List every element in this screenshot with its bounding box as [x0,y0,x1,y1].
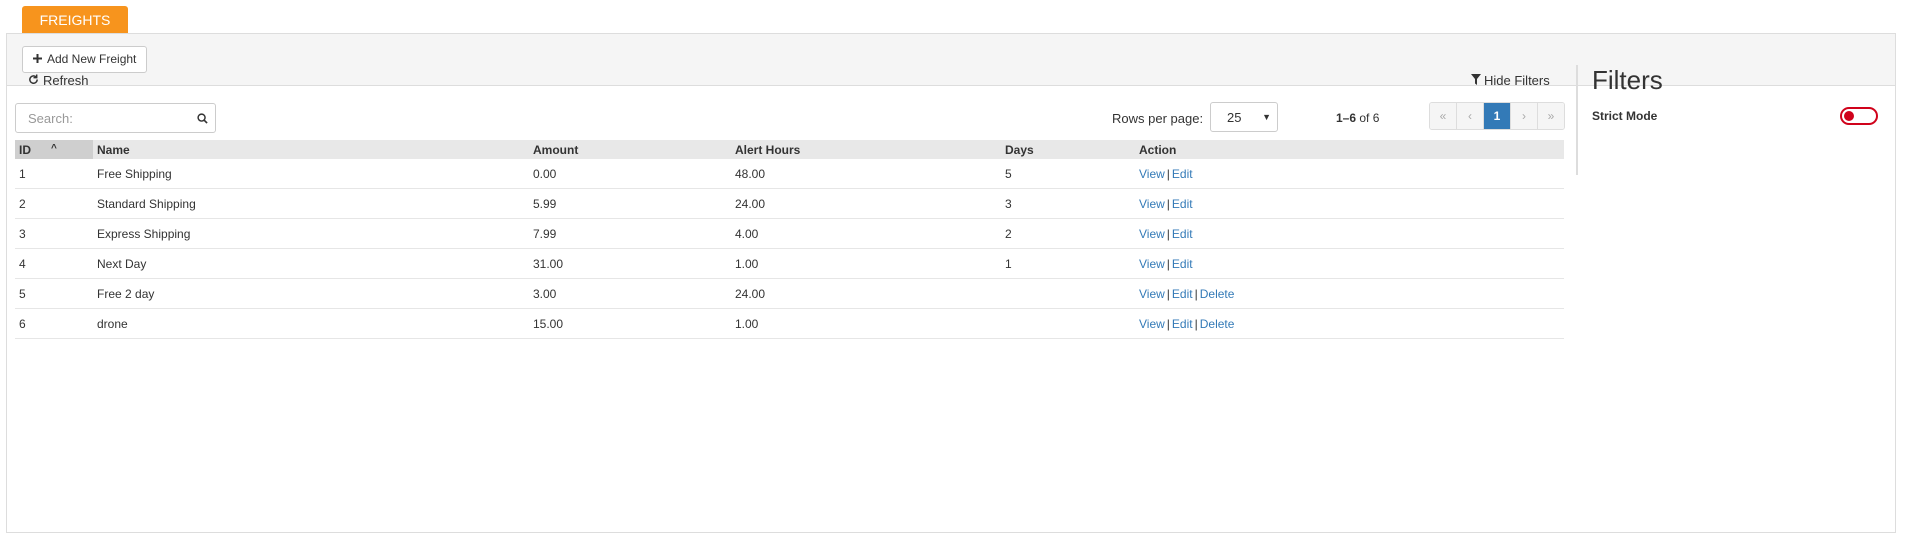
cell-amount: 5.99 [529,188,731,219]
cell-alert-hours: 48.00 [731,159,1001,189]
column-header-days[interactable]: Days [1001,140,1135,159]
cell-name: Express Shipping [93,218,529,249]
table-row: 4 Next Day 31.00 1.00 1 View | Edit [15,248,1564,279]
range-total: of 6 [1359,111,1380,125]
cell-id: 5 [15,278,93,309]
tab-freights[interactable]: FREIGHTS [22,6,128,34]
cell-days: 3 [1001,188,1135,219]
first-page-button[interactable]: « [1430,103,1457,129]
view-link[interactable]: View [1139,257,1165,271]
table-row: 6 drone 15.00 1.00 View | Edit | Delete [15,308,1564,339]
cell-days [1001,308,1135,339]
cell-alert-hours: 1.00 [731,308,1001,339]
cell-name: Standard Shipping [93,188,529,219]
search-input[interactable] [16,105,189,131]
cell-days: 2 [1001,218,1135,249]
cell-days: 1 [1001,248,1135,279]
plus-icon [33,47,42,72]
rows-per-page-value: 25 [1227,109,1242,125]
table-row: 5 Free 2 day 3.00 24.00 View | Edit | Delete [15,278,1564,309]
edit-link[interactable]: Edit [1172,167,1193,181]
filters-panel: Filters Strict Mode [1576,65,1892,175]
freights-table: ID ^ Name Amount Alert Hours Days Action … [15,140,1564,339]
pagination: « ‹ 1 › » [1429,102,1565,130]
cell-actions: View | Edit | Delete [1135,308,1564,339]
cell-name: Free Shipping [93,159,529,189]
pagination-range: 1–6 of 6 [1336,111,1379,125]
view-link[interactable]: View [1139,227,1165,241]
table-header-row: ID ^ Name Amount Alert Hours Days Action [15,140,1564,159]
hide-filters-button[interactable]: Hide Filters [1471,73,1550,88]
range-start-end: 1–6 [1336,111,1357,125]
strict-mode-toggle[interactable] [1840,107,1878,125]
cell-id: 2 [15,188,93,219]
cell-amount: 31.00 [529,248,731,279]
cell-amount: 7.99 [529,218,731,249]
cell-id: 1 [15,159,93,189]
cell-alert-hours: 24.00 [731,188,1001,219]
delete-link[interactable]: Delete [1200,287,1235,301]
strict-mode-row: Strict Mode [1592,107,1878,125]
cell-actions: View | Edit [1135,248,1564,279]
cell-id: 4 [15,248,93,279]
edit-link[interactable]: Edit [1172,257,1193,271]
refresh-label: Refresh [43,73,89,88]
view-link[interactable]: View [1139,167,1165,181]
search-box [15,103,216,133]
refresh-icon [28,73,39,88]
column-header-id[interactable]: ID ^ [15,140,93,159]
hide-filters-label: Hide Filters [1484,73,1550,88]
rows-per-page-select[interactable]: 25 ▼ [1210,102,1278,132]
toggle-knob [1844,111,1854,121]
view-link[interactable]: View [1139,317,1165,331]
add-new-freight-label: Add New Freight [47,52,137,66]
table-row: 3 Express Shipping 7.99 4.00 2 View | Edit [15,218,1564,249]
cell-amount: 3.00 [529,278,731,309]
column-header-alert-hours[interactable]: Alert Hours [731,140,1001,159]
last-page-button[interactable]: » [1538,103,1564,129]
cell-days [1001,278,1135,309]
view-link[interactable]: View [1139,197,1165,211]
column-header-action: Action [1135,140,1564,159]
cell-actions: View | Edit [1135,218,1564,249]
cell-alert-hours: 1.00 [731,248,1001,279]
edit-link[interactable]: Edit [1172,197,1193,211]
column-header-name[interactable]: Name [93,140,529,159]
search-icon[interactable] [189,105,215,131]
edit-link[interactable]: Edit [1172,227,1193,241]
column-header-amount[interactable]: Amount [529,140,731,159]
view-link[interactable]: View [1139,287,1165,301]
cell-id: 3 [15,218,93,249]
cell-actions: View | Edit | Delete [1135,278,1564,309]
cell-amount: 15.00 [529,308,731,339]
cell-alert-hours: 4.00 [731,218,1001,249]
page-1-button[interactable]: 1 [1484,103,1511,129]
edit-link[interactable]: Edit [1172,317,1193,331]
next-page-button[interactable]: › [1511,103,1538,129]
prev-page-button[interactable]: ‹ [1457,103,1484,129]
refresh-button[interactable]: Refresh [28,73,89,88]
cell-actions: View | Edit [1135,159,1564,189]
edit-link[interactable]: Edit [1172,287,1193,301]
cell-id: 6 [15,308,93,339]
table-row: 2 Standard Shipping 5.99 24.00 3 View | Ed… [15,188,1564,219]
cell-days: 5 [1001,159,1135,189]
rows-per-page-label: Rows per page: [1112,111,1204,126]
cell-amount: 0.00 [529,159,731,189]
cell-actions: View | Edit [1135,188,1564,219]
chevron-down-icon: ▼ [1262,112,1271,122]
cell-name: drone [93,308,529,339]
table-row: 1 Free Shipping 0.00 48.00 5 View | Edit [15,159,1564,189]
cell-name: Free 2 day [93,278,529,309]
filter-icon [1471,73,1481,88]
cell-name: Next Day [93,248,529,279]
strict-mode-label: Strict Mode [1592,109,1658,123]
delete-link[interactable]: Delete [1200,317,1235,331]
sort-caret-up-icon: ^ [51,142,57,154]
add-new-freight-button[interactable]: Add New Freight [22,46,148,73]
filters-title: Filters [1592,65,1663,95]
cell-alert-hours: 24.00 [731,278,1001,309]
